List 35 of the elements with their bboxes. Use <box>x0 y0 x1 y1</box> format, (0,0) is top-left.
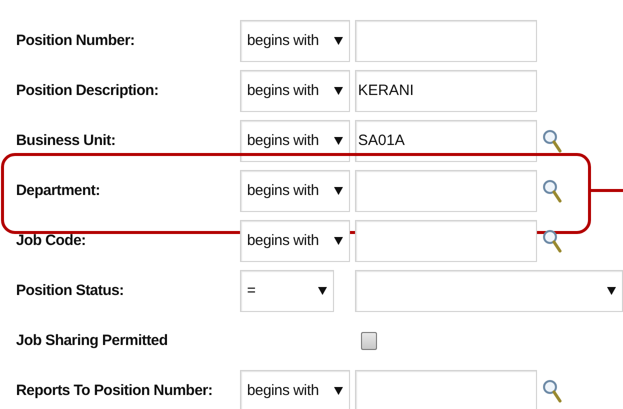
operator-dropdown[interactable]: begins with <box>240 120 350 162</box>
operator-dropdown[interactable]: begins with <box>240 370 350 409</box>
dropdown-arrow-icon <box>334 137 343 145</box>
search-icon[interactable] <box>542 129 562 153</box>
field-label: Position Description: <box>16 82 158 99</box>
input-field[interactable]: SA01A <box>355 120 537 162</box>
dropdown-arrow-icon <box>607 287 616 295</box>
input-field[interactable] <box>355 370 537 409</box>
field-label: Job Sharing Permitted <box>16 332 168 349</box>
field-label: Department: <box>16 182 100 199</box>
dropdown-arrow-icon <box>334 237 343 245</box>
search-icon[interactable] <box>542 179 562 203</box>
dropdown-arrow-icon <box>334 87 343 95</box>
field-label: Reports To Position Number: <box>16 382 212 399</box>
checkbox[interactable] <box>361 332 377 350</box>
dropdown-arrow-icon <box>334 387 343 395</box>
field-label: Position Number: <box>16 32 135 49</box>
field-label: Position Status: <box>16 282 124 299</box>
operator-dropdown[interactable]: begins with <box>240 70 350 112</box>
field-label: Job Code: <box>16 232 86 249</box>
operator-dropdown[interactable]: begins with <box>240 20 350 62</box>
operator-dropdown[interactable]: begins with <box>240 170 350 212</box>
operator-dropdown[interactable]: = <box>240 270 334 312</box>
search-icon[interactable] <box>542 229 562 253</box>
input-field[interactable]: KERANI <box>355 70 537 112</box>
search-icon[interactable] <box>542 379 562 403</box>
field-label: Business Unit: <box>16 132 116 149</box>
dropdown-arrow-icon <box>334 187 343 195</box>
input-field[interactable] <box>355 170 537 212</box>
leader-line <box>591 189 623 192</box>
input-field[interactable] <box>355 220 537 262</box>
dropdown-arrow-icon <box>318 287 327 295</box>
input-field[interactable] <box>355 20 537 62</box>
dropdown-arrow-icon <box>334 37 343 45</box>
operator-dropdown[interactable]: begins with <box>240 220 350 262</box>
